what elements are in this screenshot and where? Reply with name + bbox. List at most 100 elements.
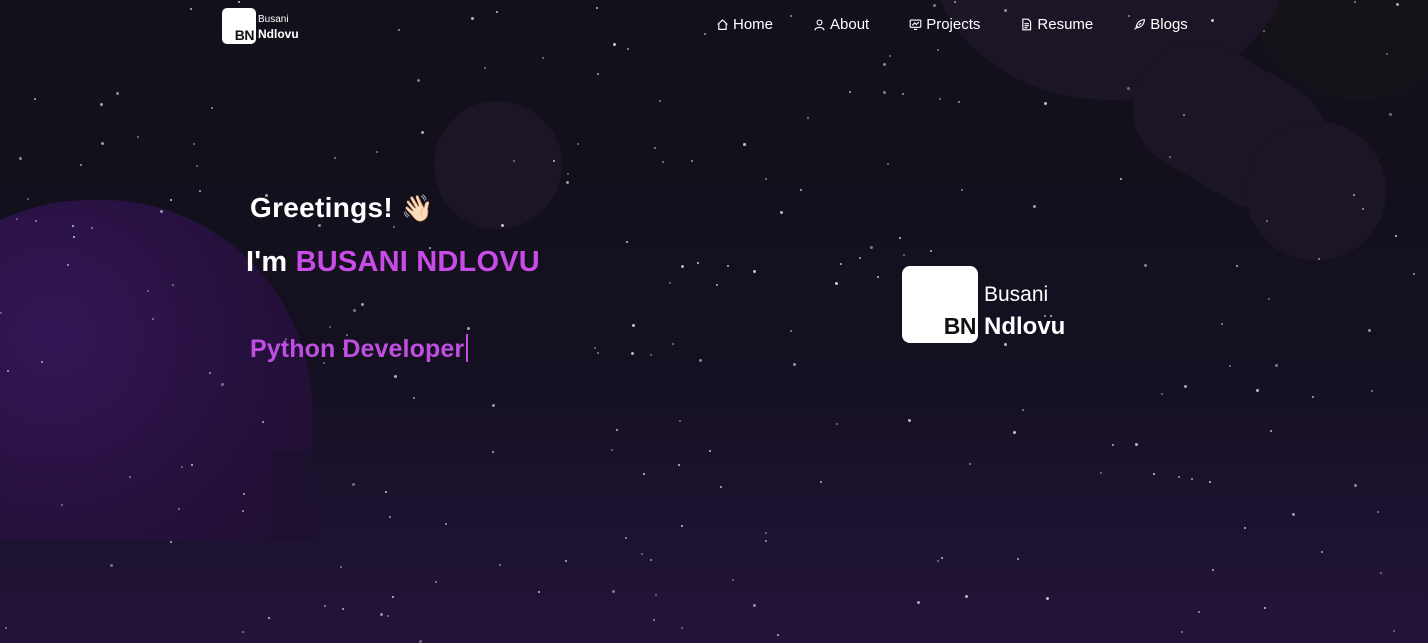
star [1264, 607, 1266, 609]
star [1144, 264, 1147, 267]
star [631, 352, 634, 355]
star [387, 615, 389, 617]
star [597, 73, 599, 75]
star [72, 225, 74, 227]
star [709, 450, 711, 452]
star [612, 590, 615, 593]
nav-about[interactable]: About [813, 14, 869, 34]
nav-home[interactable]: Home [716, 14, 773, 34]
star [1033, 205, 1036, 208]
star [100, 103, 103, 106]
typing-cursor [466, 334, 469, 362]
nav-projects[interactable]: Projects [909, 14, 980, 34]
star [732, 579, 734, 581]
star [1266, 220, 1268, 222]
star [930, 250, 932, 252]
star [743, 143, 746, 146]
star [268, 617, 270, 619]
star [1120, 178, 1122, 180]
star [681, 265, 684, 268]
greeting-heading: Greetings! 👋🏻 [250, 192, 434, 224]
star [1112, 444, 1114, 446]
hero-logo-first-name: Busani [984, 283, 1049, 306]
star [5, 627, 7, 629]
star [334, 157, 336, 159]
star [672, 343, 674, 345]
nav-resume-label: Resume [1037, 15, 1094, 33]
star [941, 557, 943, 559]
star [790, 330, 792, 332]
star [965, 595, 968, 598]
intro-prefix: I'm [246, 246, 296, 278]
star [716, 284, 718, 286]
nav-resume[interactable]: Resume [1020, 14, 1093, 34]
star [1362, 208, 1364, 210]
star [211, 107, 213, 109]
star [902, 93, 904, 95]
star [765, 178, 767, 180]
star [1321, 551, 1323, 553]
star [659, 100, 661, 102]
brand-first-name: Busani [258, 13, 289, 25]
star [765, 532, 767, 534]
star [1135, 443, 1138, 446]
logo-mark: BN [222, 8, 256, 44]
star [727, 265, 729, 267]
star [178, 508, 180, 510]
star [376, 151, 378, 153]
star [61, 504, 63, 506]
star [917, 601, 920, 604]
star [199, 190, 201, 192]
star [611, 449, 613, 451]
star [1181, 631, 1183, 633]
star [0, 312, 2, 314]
star [221, 383, 224, 386]
hero-logo: BN Busani Ndlovu [902, 266, 1065, 343]
nav-blogs[interactable]: Blogs [1133, 14, 1188, 34]
star [594, 347, 596, 349]
star [110, 564, 113, 567]
star [699, 359, 702, 362]
star [840, 263, 842, 265]
star [1017, 558, 1019, 560]
star [1256, 389, 1259, 392]
nav-home-label: Home [733, 15, 774, 33]
star [662, 161, 664, 163]
star [172, 284, 174, 286]
star [513, 160, 515, 162]
star [1184, 385, 1187, 388]
star [160, 210, 163, 213]
star [181, 466, 183, 468]
nav-links: Home About Projects Resume Blogs [716, 14, 1188, 34]
nav-blogs-label: Blogs [1150, 15, 1188, 33]
star [499, 564, 501, 566]
star [353, 309, 356, 312]
star [1386, 53, 1388, 55]
star [807, 117, 809, 119]
star [793, 363, 796, 366]
star [903, 254, 905, 256]
brand-text: Busani Ndlovu [258, 13, 299, 40]
star [849, 91, 851, 93]
star [385, 491, 387, 493]
user-icon [814, 18, 825, 30]
brand-logo-link[interactable]: BN Busani Ndlovu [222, 8, 299, 44]
star [566, 181, 569, 184]
star [958, 101, 960, 103]
star [435, 581, 437, 583]
star [877, 276, 879, 278]
star [1191, 478, 1193, 480]
star [1013, 431, 1016, 434]
star [393, 226, 395, 228]
star [908, 419, 911, 422]
star [1046, 597, 1049, 600]
hero-logo-text: Busani Ndlovu [984, 282, 1065, 339]
star [654, 147, 656, 149]
star [413, 397, 415, 399]
star [836, 423, 838, 425]
star [80, 164, 82, 166]
star [1209, 481, 1211, 483]
star [262, 421, 264, 423]
star [243, 493, 245, 495]
star [1127, 87, 1130, 90]
